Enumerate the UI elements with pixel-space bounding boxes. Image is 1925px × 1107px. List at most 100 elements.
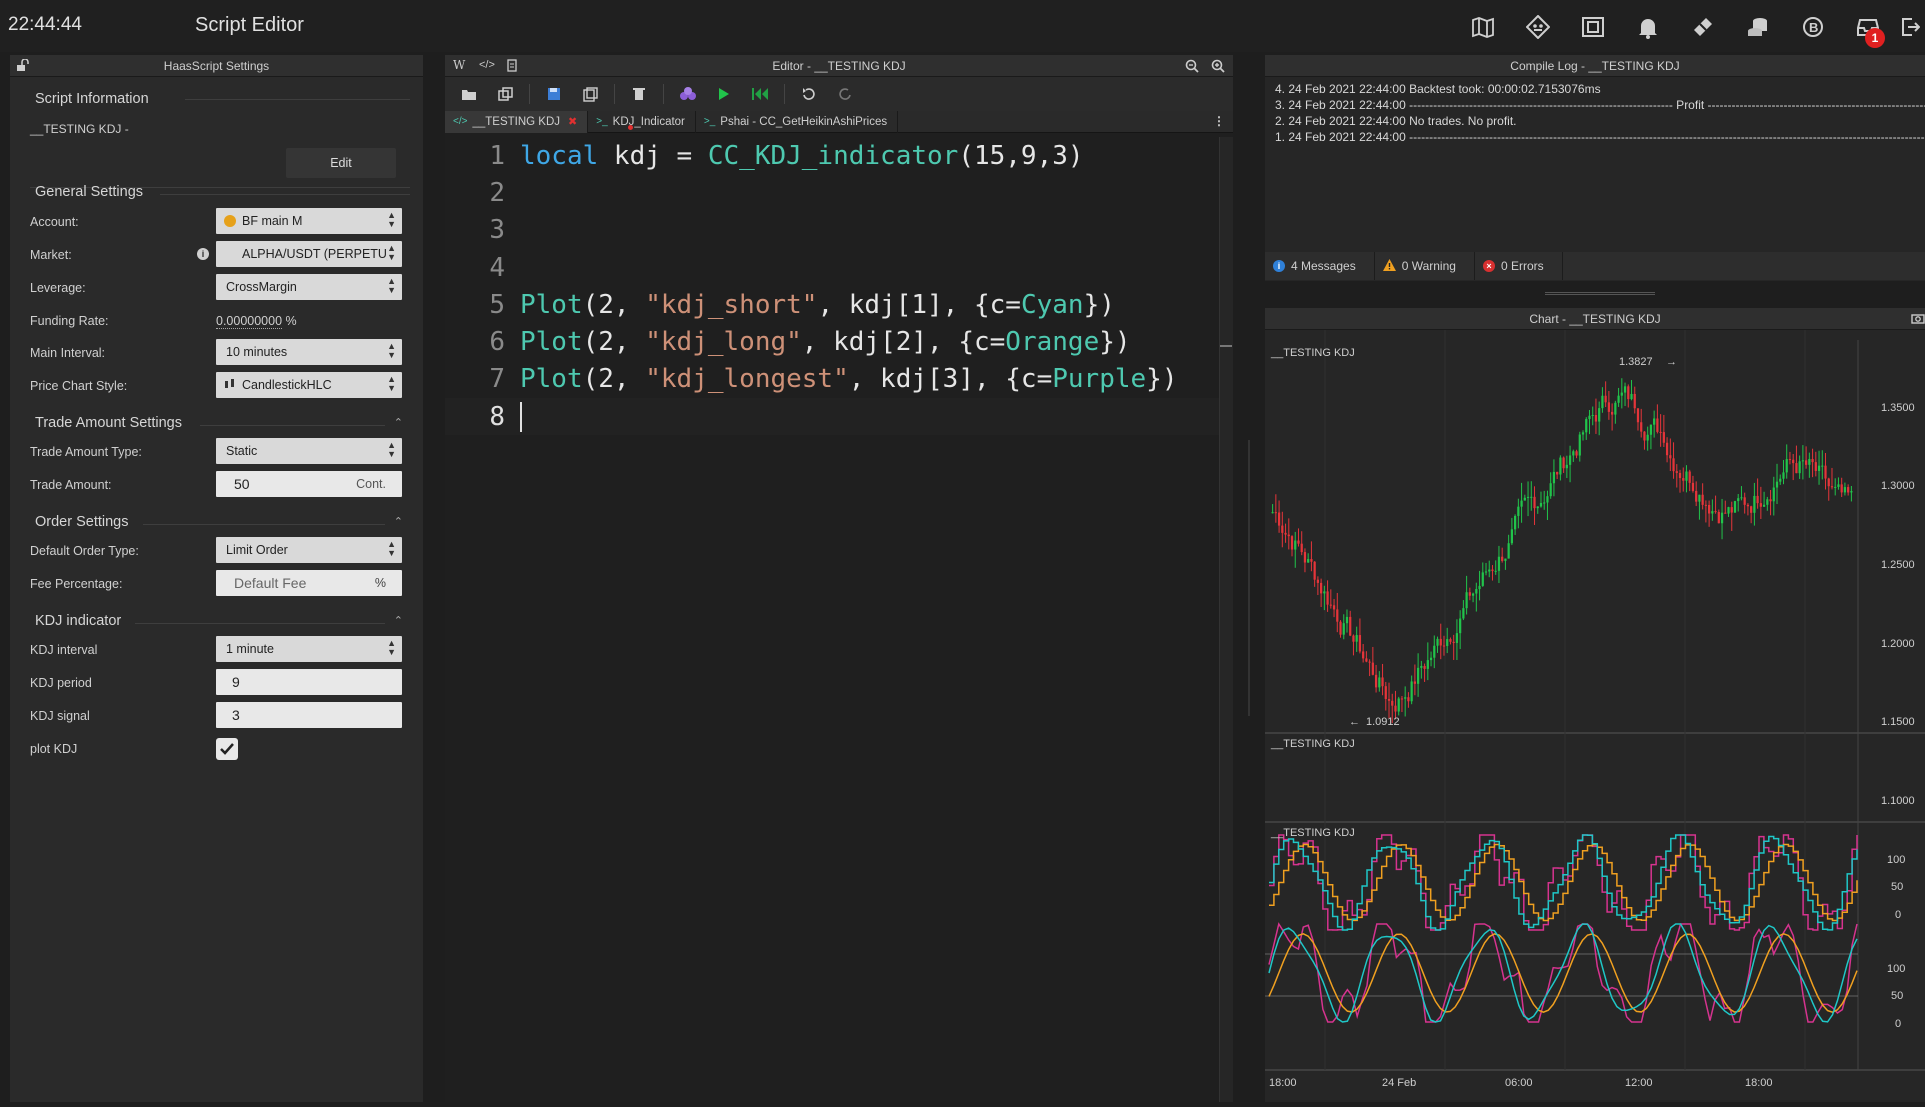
run-icon[interactable] [706,81,742,107]
horizontal-splitter[interactable] [1545,292,1655,295]
document-icon[interactable] [507,59,517,75]
candle-body [1281,525,1284,533]
kdj-signal-input[interactable]: 3 [216,702,402,728]
candle-body [1611,411,1614,415]
messages-filter[interactable]: i 4 Messages [1265,252,1375,280]
leverage-value: CrossMargin [226,280,297,294]
robot-icon[interactable] [1510,12,1565,42]
osc-tick: 100 [1887,854,1905,866]
tab-heikin-ashi[interactable]: >_ Pshai - CC_GetHeikinAshiPrices [696,110,899,133]
candle-body [1510,529,1513,544]
candle-body [1662,432,1665,443]
code-token: kdj = [598,140,708,171]
camera-icon[interactable] [1911,312,1925,327]
code-area[interactable]: 1 local kdj = CC_KDJ_indicator (15,9,3) 2 … [445,137,1233,436]
tab-kdj-indicator[interactable]: >_ KDJ_Indicator [588,110,696,133]
top-icon-bar: B 1 [1455,12,1925,48]
edit-button[interactable]: Edit [286,148,396,178]
compile-icon[interactable] [670,81,706,107]
candle-body [1410,681,1413,702]
zoom-out-icon[interactable] [1185,59,1199,76]
candle-body [1811,458,1814,463]
candle-body [1362,651,1365,659]
coins-icon[interactable] [1730,12,1785,42]
zoom-in-icon[interactable] [1211,59,1225,76]
save-icon[interactable] [536,81,572,107]
candle-body [1594,415,1598,422]
more-options-icon[interactable]: ⋮ [1213,114,1225,128]
kdj-period-input[interactable]: 9 [216,669,402,695]
candle-body [1607,402,1610,412]
line-number: 8 [489,401,505,432]
trade-amount-type-select[interactable]: Static ▲ ▼ [216,438,402,464]
duplicate-icon[interactable] [487,81,523,107]
candle-body [1704,504,1707,506]
candle-body [1685,471,1688,481]
unlock-icon[interactable] [16,58,30,74]
plot-kdj-checkbox[interactable] [216,738,238,760]
warnings-filter[interactable]: 0 Warning [1375,252,1475,280]
editor-header: W </> Editor - __TESTING KDJ [445,55,1233,77]
trade-amount-input[interactable]: 50 Cont. [216,471,402,497]
market-select[interactable]: ALPHA/USDT (PERPETU ▲ ▼ [216,241,402,267]
account-select[interactable]: BF main M ▲ ▼ [216,208,402,234]
errors-filter[interactable]: × 0 Errors [1475,252,1563,280]
errors-count: 0 Errors [1500,259,1544,273]
bell-icon[interactable] [1620,12,1675,42]
messages-count: 4 Messages [1291,259,1356,273]
candle-body [1649,424,1653,435]
backtest-icon[interactable] [742,81,778,107]
candle-body [1798,461,1801,474]
code-icon[interactable]: </> [479,59,495,71]
close-icon[interactable]: ✖ [568,115,577,128]
price-chart[interactable]: __TESTING KDJ __TESTING KDJ __TESTING KD… [1265,330,1925,1102]
candle-body [1320,582,1323,594]
panel-splitter[interactable] [1248,440,1250,716]
candle-body [1484,571,1488,573]
save-as-icon[interactable] [572,81,608,107]
compile-log-panel: Compile Log - __TESTING KDJ 4. 24 Feb 20… [1265,55,1925,281]
candle-body [1824,465,1827,479]
candle-body [1601,395,1604,409]
time-tick: 18:00 [1745,1077,1773,1089]
map-icon[interactable] [1455,12,1510,42]
frame-icon[interactable] [1565,12,1620,42]
ticket-icon[interactable] [1675,12,1730,42]
logout-icon[interactable] [1895,12,1925,42]
trade-amount-unit: Cont. [356,477,386,491]
bitcoin-icon[interactable]: B [1785,12,1840,42]
collapse-icon[interactable]: ⌃ [394,416,403,429]
code-token: (2, [582,364,646,395]
leverage-select[interactable]: CrossMargin ▲ ▼ [216,274,402,300]
inbox-icon[interactable]: 1 [1840,12,1895,48]
editor-toolbar [445,77,1233,111]
select-arrows-icon: ▲ ▼ [387,440,396,459]
order-settings-title: Order Settings [35,514,129,530]
collapse-icon[interactable]: ⌃ [394,515,403,528]
price-chart-style-select[interactable]: CandlestickHLC ▲ ▼ [216,372,402,398]
candle-body [1604,395,1607,403]
trash-icon[interactable] [621,81,657,107]
undo-icon[interactable] [791,81,827,107]
kdj-period-label: KDJ period [30,676,92,690]
info-icon[interactable]: i [197,248,209,260]
main-interval-select[interactable]: 10 minutes ▲ ▼ [216,339,402,365]
collapse-icon[interactable]: ⌃ [394,614,403,627]
kdj-interval-select[interactable]: 1 minute ▲ ▼ [216,636,402,662]
chart-header: Chart - __TESTING KDJ [1265,308,1925,330]
divider [200,425,385,426]
default-order-type-select[interactable]: Limit Order ▲ ▼ [216,537,402,563]
open-folder-icon[interactable] [451,81,487,107]
candle-body [1782,472,1785,479]
candle-body [1653,418,1656,425]
candle-body [1530,496,1533,498]
wiki-icon[interactable]: W [453,58,465,72]
divider [185,99,410,100]
candle-body [1507,543,1510,559]
fee-percentage-input[interactable]: Default Fee % [216,570,402,596]
select-arrows-icon: ▲ ▼ [387,539,396,558]
editor-scrollbar[interactable] [1219,137,1233,1102]
command-icon: >_ [596,116,608,127]
tab-testing-kdj[interactable]: </> __TESTING KDJ ✖ [445,110,589,133]
redo-icon[interactable] [827,81,863,107]
